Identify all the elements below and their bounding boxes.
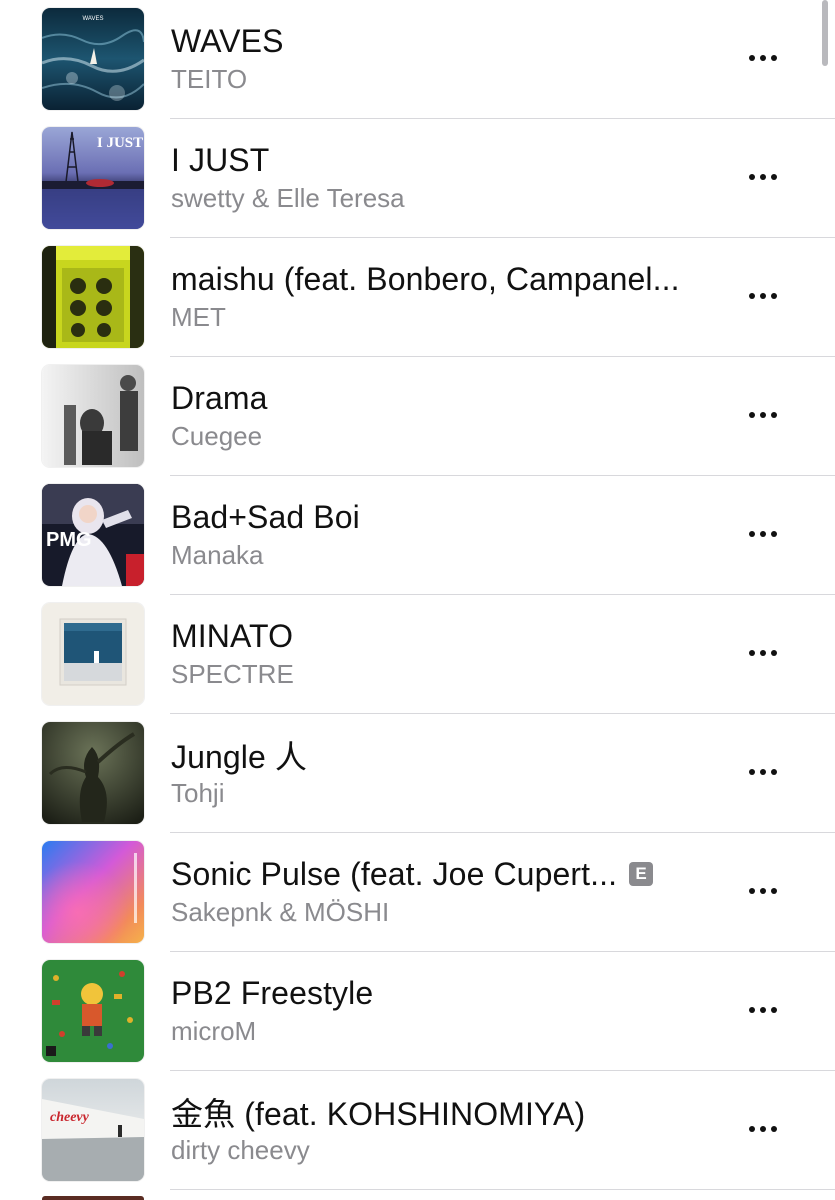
track-row[interactable]: WAVES WAVES TEITO xyxy=(0,0,835,119)
album-artwork-maishu xyxy=(42,246,144,348)
track-title-row: PB2 Freestyle xyxy=(171,972,716,1014)
track-title-row: 金魚 (feat. KOHSHINOMIYA) xyxy=(171,1091,716,1133)
ellipsis-icon xyxy=(749,1007,777,1013)
track-row[interactable]: Jungle 人 Tohji xyxy=(0,714,835,833)
more-options-button[interactable] xyxy=(737,873,789,909)
track-row[interactable]: cheevy 金魚 (feat. KOHSHINOMIYA) dirty che… xyxy=(0,1071,835,1190)
more-options-button[interactable] xyxy=(737,1111,789,1147)
ellipsis-icon xyxy=(749,650,777,656)
more-options-button[interactable] xyxy=(737,397,789,433)
artwork-text-kingyo: cheevy xyxy=(50,1110,90,1125)
album-artwork-drama xyxy=(42,365,144,467)
artwork-text-bad-sad-boi: PMG xyxy=(46,529,92,551)
album-artwork-minato xyxy=(42,603,144,705)
track-row[interactable]: MINATO SPECTRE xyxy=(0,595,835,714)
album-artwork-i-just: I JUST xyxy=(42,127,144,229)
track-title-row: Jungle 人 xyxy=(171,734,716,776)
ellipsis-icon xyxy=(749,174,777,180)
more-options-button[interactable] xyxy=(737,278,789,314)
more-options-button[interactable] xyxy=(737,992,789,1028)
album-artwork-jungle xyxy=(42,722,144,824)
track-row[interactable]: I JUST I JUST swetty & Elle Teresa xyxy=(0,119,835,238)
track-title: Drama xyxy=(171,379,268,416)
artwork-text-i-just: I JUST xyxy=(97,135,143,151)
track-title: Bad+Sad Boi xyxy=(171,498,360,535)
more-options-button[interactable] xyxy=(737,40,789,76)
album-artwork-kingyo: cheevy xyxy=(42,1079,144,1181)
more-options-button[interactable] xyxy=(737,159,789,195)
more-options-button[interactable] xyxy=(737,754,789,790)
track-row[interactable]: maishu (feat. Bonbero, Campanel... MET xyxy=(0,238,835,357)
track-title-row: WAVES xyxy=(171,20,716,62)
track-artist: TEITO xyxy=(171,64,248,94)
ellipsis-icon xyxy=(749,293,777,299)
track-artist: MET xyxy=(171,302,226,332)
explicit-badge: E xyxy=(629,862,654,886)
ellipsis-icon xyxy=(749,531,777,537)
track-title-row: MINATO xyxy=(171,615,716,657)
track-title: MINATO xyxy=(171,617,294,654)
track-title: Sonic Pulse (feat. Joe Cupert... xyxy=(171,855,618,892)
ellipsis-icon xyxy=(749,888,777,894)
track-artist: swetty & Elle Teresa xyxy=(171,183,405,213)
more-options-button[interactable] xyxy=(737,516,789,552)
album-artwork-waves: WAVES xyxy=(42,8,144,110)
more-options-button[interactable] xyxy=(737,635,789,671)
track-title-row: maishu (feat. Bonbero, Campanel... xyxy=(171,258,716,300)
track-row[interactable]: Drama Cuegee xyxy=(0,357,835,476)
track-row[interactable]: PMG Bad+Sad Boi Manaka xyxy=(0,476,835,595)
track-row-partial[interactable] xyxy=(0,1190,835,1200)
track-title: 金魚 (feat. KOHSHINOMIYA) xyxy=(171,1096,586,1132)
track-title: PB2 Freestyle xyxy=(171,974,374,1011)
track-artist: dirty cheevy xyxy=(171,1135,310,1165)
track-artist: Cuegee xyxy=(171,421,263,451)
track-artist: Tohji xyxy=(171,778,225,808)
track-title-row: Sonic Pulse (feat. Joe Cupert... E xyxy=(171,853,716,895)
ellipsis-icon xyxy=(749,769,777,775)
track-title-row: Bad+Sad Boi xyxy=(171,496,716,538)
scroll-indicator[interactable] xyxy=(822,0,828,66)
track-title: I JUST xyxy=(171,141,270,178)
track-row[interactable]: Sonic Pulse (feat. Joe Cupert... E Sakep… xyxy=(0,833,835,952)
track-title-row: Drama xyxy=(171,377,716,419)
album-artwork-bad-sad-boi: PMG xyxy=(42,484,144,586)
artwork-text-waves: WAVES xyxy=(82,16,103,22)
track-title: Jungle 人 xyxy=(171,739,307,775)
album-artwork-partial xyxy=(42,1196,144,1200)
track-artist: microM xyxy=(171,1016,257,1046)
track-list: WAVES WAVES TEITO I JUST I JUST swetty &… xyxy=(0,0,835,1200)
track-artist: SPECTRE xyxy=(171,659,294,689)
ellipsis-icon xyxy=(749,1126,777,1132)
track-row[interactable]: PB2 Freestyle microM xyxy=(0,952,835,1071)
track-artist: Manaka xyxy=(171,540,264,570)
album-artwork-sonic-pulse xyxy=(42,841,144,943)
ellipsis-icon xyxy=(749,412,777,418)
album-artwork-pb2-freestyle xyxy=(42,960,144,1062)
track-title: WAVES xyxy=(171,22,284,59)
track-artist: Sakepnk & MÖSHI xyxy=(171,897,390,927)
track-title-row: I JUST xyxy=(171,139,716,181)
ellipsis-icon xyxy=(749,55,777,61)
track-title: maishu (feat. Bonbero, Campanel... xyxy=(171,260,680,297)
